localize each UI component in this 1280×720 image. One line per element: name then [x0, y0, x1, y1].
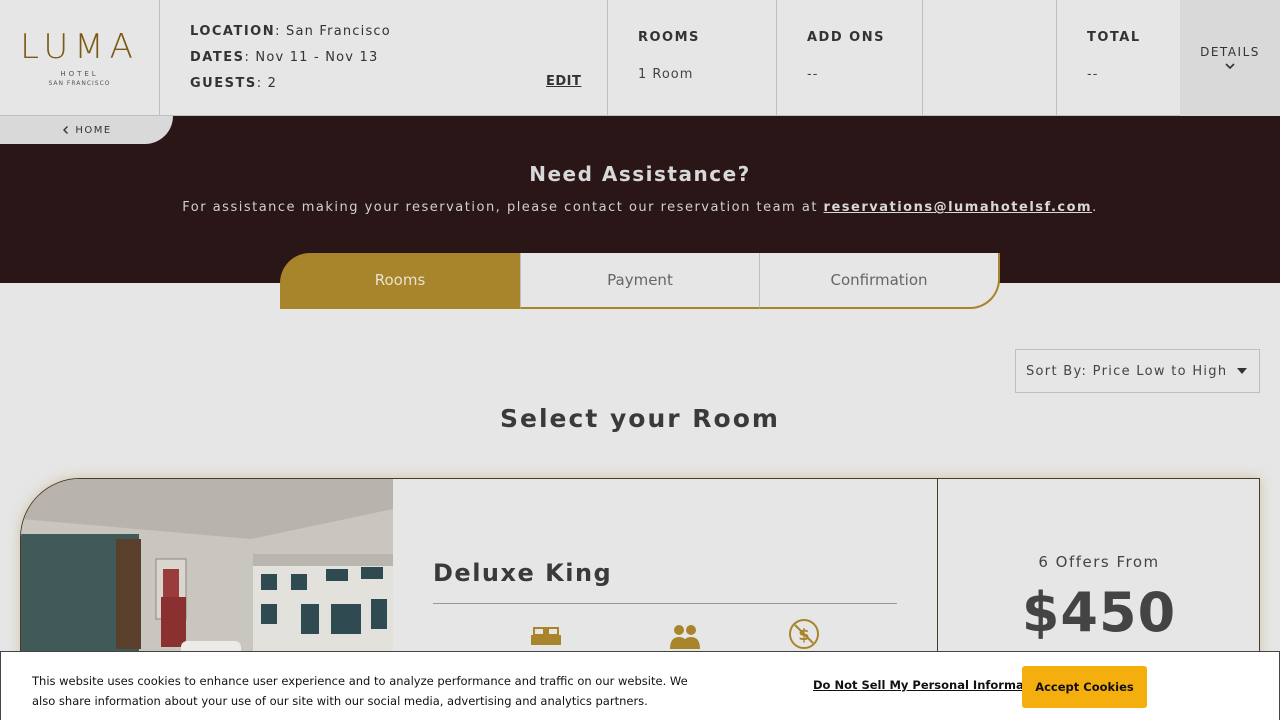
assistance-message: For assistance making your reservation, …	[182, 200, 824, 215]
logo-city: SAN FRANCISCO	[48, 79, 111, 87]
step-confirmation[interactable]: Confirmation	[760, 253, 1000, 309]
summary-empty-cell	[923, 0, 1057, 116]
total-value: --	[1087, 67, 1099, 82]
booking-steps: Rooms Payment Confirmation	[280, 253, 1000, 309]
hotel-logo[interactable]: LUMA HOTEL SAN FRANCISCO	[0, 0, 160, 116]
reservations-email-link[interactable]: reservations@lumahotelsf.com	[824, 200, 1093, 215]
logo-wordmark: LUMA	[20, 26, 139, 67]
sort-select[interactable]: Sort By: Price Low to High	[1015, 349, 1260, 393]
trip-dates: DATES: Nov 11 - Nov 13	[190, 50, 379, 65]
bed-icon	[531, 627, 561, 645]
trip-location: LOCATION: San Francisco	[190, 24, 391, 39]
no-fee-icon: $	[789, 619, 819, 649]
dates-value: Nov 11 - Nov 13	[255, 50, 379, 65]
accept-cookies-button[interactable]: Accept Cookies	[1022, 666, 1147, 708]
rooms-value: 1 Room	[638, 67, 694, 82]
addons-value: --	[807, 67, 819, 82]
addons-label: ADD ONS	[807, 30, 885, 45]
assistance-title: Need Assistance?	[529, 162, 751, 186]
cookie-message: This website uses cookies to enhance use…	[32, 674, 688, 708]
details-label: DETAILS	[1200, 45, 1260, 59]
page-title: Select your Room	[500, 404, 780, 433]
divider	[433, 603, 897, 604]
rooms-label: ROOMS	[638, 30, 700, 45]
do-not-sell-link[interactable]: Do Not Sell My Personal Information	[813, 678, 1049, 692]
location-value: San Francisco	[286, 24, 391, 39]
summary-total: TOTAL --	[1057, 0, 1180, 116]
room-name[interactable]: Deluxe King	[433, 559, 612, 587]
home-label: HOME	[75, 124, 112, 136]
guests-icon	[670, 625, 700, 649]
sort-label: Sort By: Price Low to High	[1026, 363, 1228, 379]
details-toggle[interactable]: DETAILS	[1180, 0, 1280, 116]
chevron-left-icon	[63, 126, 69, 134]
edit-trip-link[interactable]: EDIT	[546, 74, 581, 89]
caret-down-icon	[1237, 368, 1247, 374]
step-rooms[interactable]: Rooms	[280, 253, 520, 309]
cookie-banner: This website uses cookies to enhance use…	[0, 651, 1280, 720]
guests-value: 2	[267, 76, 278, 91]
step-payment[interactable]: Payment	[520, 253, 760, 309]
offers-count: 6 Offers From	[1038, 553, 1160, 571]
booking-header: LUMA HOTEL SAN FRANCISCO LOCATION: San F…	[0, 0, 1280, 116]
summary-rooms: ROOMS 1 Room	[608, 0, 777, 116]
assistance-suffix: .	[1092, 200, 1098, 215]
dates-label: DATES	[190, 50, 245, 65]
chevron-down-icon	[1225, 63, 1235, 70]
trip-guests: GUESTS: 2	[190, 76, 278, 91]
assistance-text: For assistance making your reservation, …	[0, 200, 1280, 215]
location-label: LOCATION	[190, 24, 276, 39]
guests-label: GUESTS	[190, 76, 257, 91]
summary-addons: ADD ONS --	[777, 0, 923, 116]
total-label: TOTAL	[1087, 30, 1141, 45]
home-link[interactable]: HOME	[0, 116, 173, 144]
trip-details: LOCATION: San Francisco DATES: Nov 11 - …	[160, 0, 608, 116]
room-price: $450	[1021, 581, 1177, 644]
logo-subtitle: HOTEL	[60, 69, 99, 78]
